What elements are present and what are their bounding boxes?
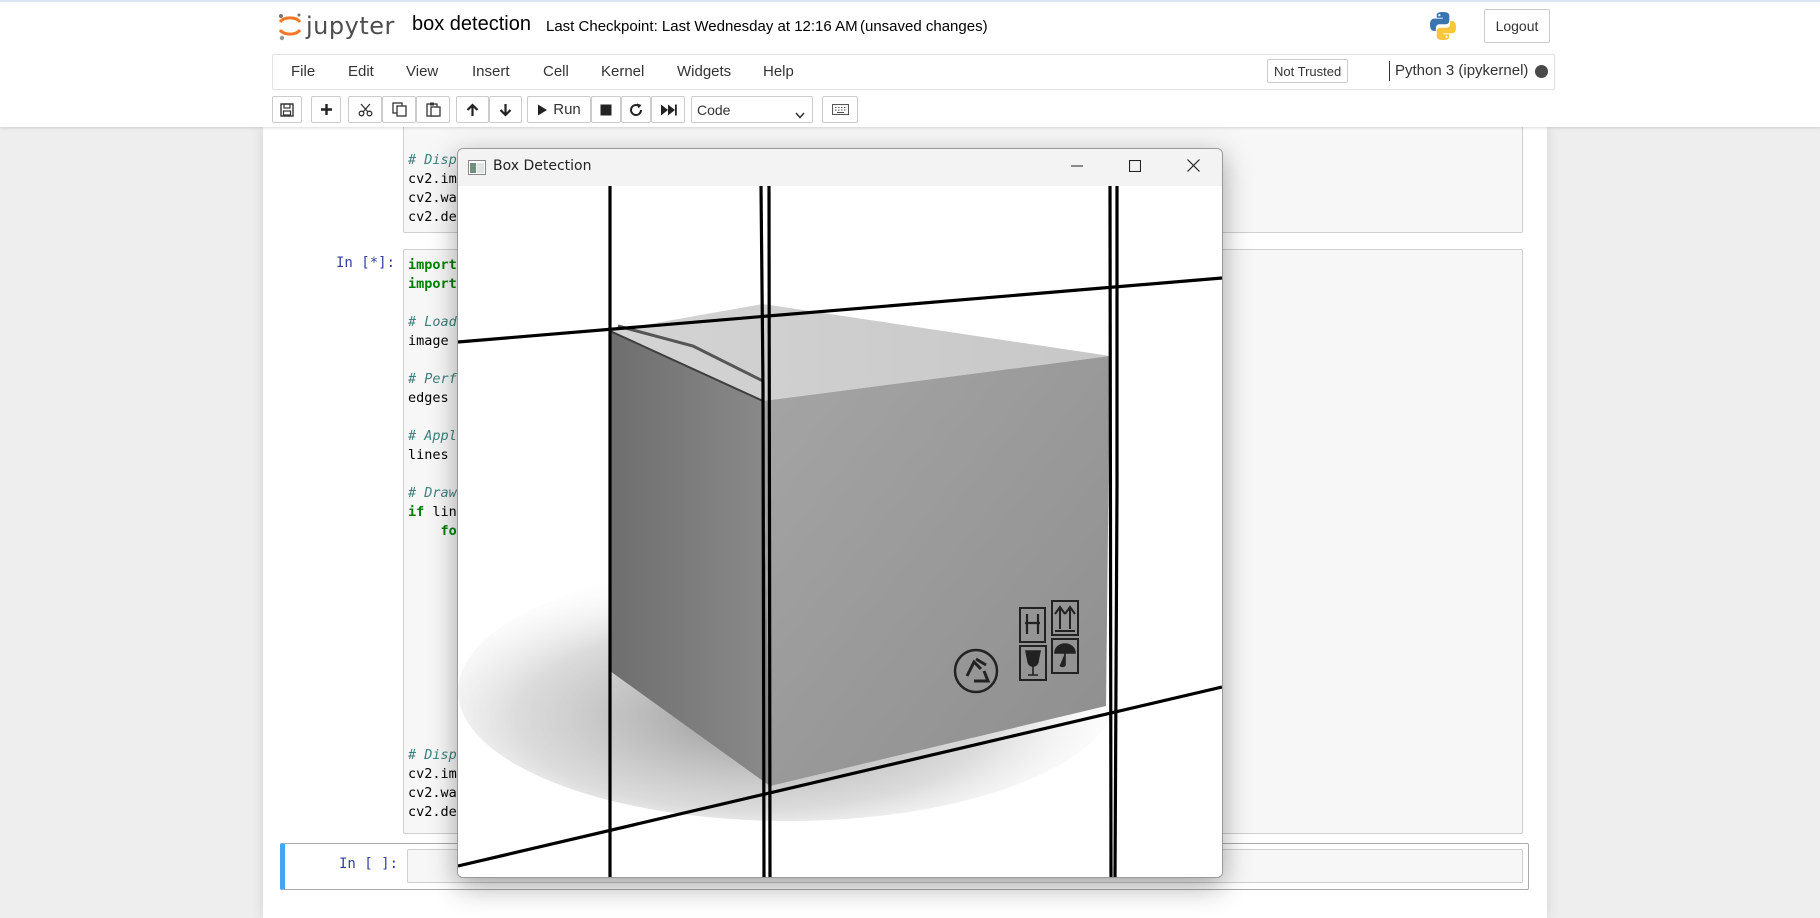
plus-icon <box>320 103 333 116</box>
minimize-button[interactable] <box>1048 149 1106 186</box>
kernel-name: Python 3 (ipykernel) <box>1389 61 1528 81</box>
menu-help[interactable]: Help <box>763 63 794 80</box>
paste-icon <box>425 102 441 117</box>
menu-insert[interactable]: Insert <box>472 63 510 80</box>
cell-type-value: Code <box>697 101 731 118</box>
save-icon <box>280 102 294 117</box>
code-line: if lin <box>408 504 457 520</box>
jupyter-logo[interactable]: jupyter <box>276 11 395 41</box>
arrow-up-icon <box>466 102 479 117</box>
autosave-status: (unsaved changes) <box>860 18 988 35</box>
code-line: # Disp <box>408 747 457 763</box>
paste-button[interactable] <box>416 96 450 123</box>
kernel-busy-indicator-icon <box>1535 65 1548 78</box>
menu-widgets[interactable]: Widgets <box>677 63 731 80</box>
logout-button[interactable]: Logout <box>1484 9 1550 43</box>
code-line: import <box>408 257 457 273</box>
move-cell-up-button[interactable] <box>456 96 489 123</box>
maximize-button[interactable] <box>1106 149 1164 186</box>
code-line: cv2.wa <box>408 785 457 801</box>
python-logo-icon <box>1427 10 1459 42</box>
notebook-title[interactable]: box detection <box>412 13 531 36</box>
trust-status-button[interactable]: Not Trusted <box>1267 59 1349 83</box>
fast-forward-icon <box>660 104 677 116</box>
run-button[interactable]: Run <box>527 96 591 123</box>
close-icon <box>1186 158 1200 177</box>
code-line: cv2.wa <box>408 190 457 206</box>
jupyter-logo-icon <box>276 11 304 41</box>
arrow-down-icon <box>499 103 512 117</box>
code-line: # Load <box>408 314 457 330</box>
minimize-icon <box>1071 159 1083 177</box>
copy-icon <box>391 102 407 117</box>
code-line: import <box>408 276 457 292</box>
keyboard-icon <box>831 104 849 115</box>
code-line: # Disp <box>408 152 457 168</box>
box-detection-window[interactable]: Box Detection <box>457 148 1223 878</box>
interrupt-kernel-button[interactable] <box>591 96 621 123</box>
window-title: Box Detection <box>493 158 592 174</box>
cut-button[interactable] <box>348 96 382 123</box>
menubar: File Edit View Insert Cell Kernel Widget… <box>272 54 1555 90</box>
move-cell-down-button[interactable] <box>489 96 522 123</box>
save-button[interactable] <box>272 96 302 123</box>
chevron-down-icon <box>795 106 805 122</box>
cell-prompt: In [ ]: <box>339 856 399 872</box>
code-line: # Draw <box>408 485 457 501</box>
cell-type-select[interactable]: Code <box>691 96 813 123</box>
menu-file[interactable]: File <box>291 63 315 80</box>
stop-icon <box>600 104 612 116</box>
app-window-icon <box>468 160 486 180</box>
copy-button[interactable] <box>382 96 416 123</box>
command-palette-button[interactable] <box>822 96 858 123</box>
cut-icon <box>358 103 373 117</box>
code-line: edges <box>408 390 457 406</box>
code-line: lines <box>408 447 457 463</box>
detection-result-image <box>458 186 1222 877</box>
maximize-icon <box>1128 159 1142 177</box>
code-line: # Appl <box>408 428 457 444</box>
restart-run-all-button[interactable] <box>651 96 685 123</box>
code-line: cv2.de <box>408 804 457 820</box>
play-icon <box>537 104 548 116</box>
menu-view[interactable]: View <box>406 63 438 80</box>
window-titlebar[interactable]: Box Detection <box>458 149 1222 186</box>
menu-edit[interactable]: Edit <box>348 63 374 80</box>
code-line: # Perf <box>408 371 457 387</box>
insert-cell-button[interactable] <box>311 96 341 123</box>
close-window-button[interactable] <box>1164 149 1222 186</box>
jupyter-wordmark: jupyter <box>306 12 395 40</box>
code-line: fo <box>408 523 457 539</box>
code-line: cv2.de <box>408 209 457 225</box>
restart-kernel-button[interactable] <box>621 96 651 123</box>
menu-kernel[interactable]: Kernel <box>601 63 644 80</box>
code-line: cv2.im <box>408 171 457 187</box>
restart-icon <box>629 103 643 117</box>
run-label: Run <box>553 101 581 118</box>
checkpoint-status: Last Checkpoint: Last Wednesday at 12:16… <box>546 18 858 35</box>
menu-cell[interactable]: Cell <box>543 63 569 80</box>
code-line: cv2.im <box>408 766 457 782</box>
cell-prompt: In [*]: <box>336 255 396 271</box>
notebook-header: jupyter box detection Last Checkpoint: L… <box>0 0 1820 127</box>
code-line: image <box>408 333 457 349</box>
